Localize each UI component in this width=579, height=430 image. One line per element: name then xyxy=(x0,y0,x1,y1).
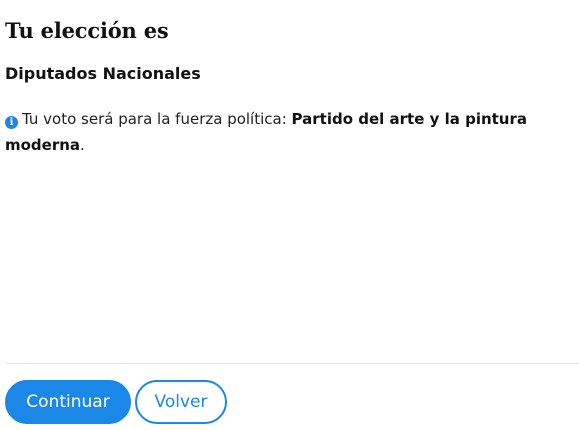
vote-info-message: i Tu voto será para la fuerza política: P… xyxy=(5,106,575,158)
page-title: Tu elección es xyxy=(5,18,169,43)
back-button[interactable]: Volver xyxy=(135,380,227,424)
continue-button[interactable]: Continuar xyxy=(5,380,131,424)
ballot-confirmation-page: Tu elección es Diputados Nacionales i Tu … xyxy=(0,0,579,430)
divider xyxy=(5,363,579,364)
vote-info-prefix: Tu voto será para la fuerza política: xyxy=(22,110,292,128)
vote-info-suffix: . xyxy=(80,136,85,154)
info-circle-icon: i xyxy=(5,116,18,129)
category-subtitle: Diputados Nacionales xyxy=(5,64,201,83)
